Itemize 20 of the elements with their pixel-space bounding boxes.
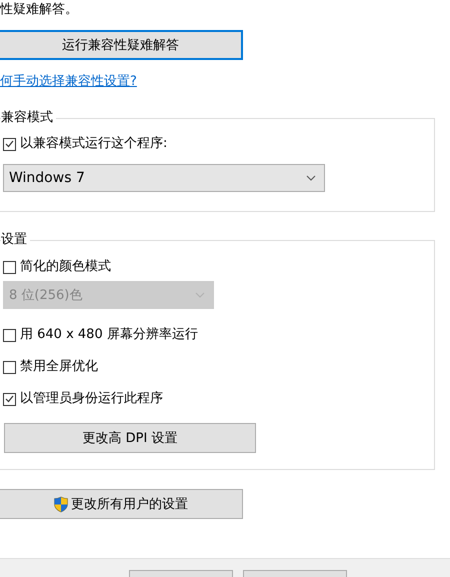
dpi-settings-button[interactable]: 更改高 DPI 设置 (4, 423, 256, 453)
checkbox-label: 以管理员身份运行此程序 (20, 391, 163, 407)
chevron-down-icon (306, 175, 316, 181)
checkbox[interactable] (3, 392, 16, 406)
help-link[interactable]: 何手动选择兼容性设置? (0, 74, 137, 90)
checkbox[interactable] (3, 360, 16, 374)
intro-text: 性疑难解答。 (0, 2, 78, 18)
checkbox-label: 以兼容模式运行这个程序: (20, 136, 168, 152)
shield-icon (53, 496, 69, 512)
os-dropdown[interactable]: Windows 7 (3, 164, 325, 192)
checkbox-label: 用 640 x 480 屏幕分辨率运行 (20, 327, 198, 343)
troubleshooter-button[interactable]: 运行兼容性疑难解答 (0, 30, 243, 60)
checkbox-label: 禁用全屏优化 (20, 359, 98, 375)
checkbox[interactable] (3, 138, 16, 150)
checkbox[interactable] (3, 260, 16, 274)
chevron-down-icon (195, 292, 205, 298)
group-title: 兼容模式 (1, 110, 56, 126)
checkbox-label: 简化的颜色模式 (20, 259, 111, 275)
checkbox[interactable] (3, 328, 16, 342)
all-users-button[interactable]: 更改所有用户的设置 (0, 489, 243, 519)
